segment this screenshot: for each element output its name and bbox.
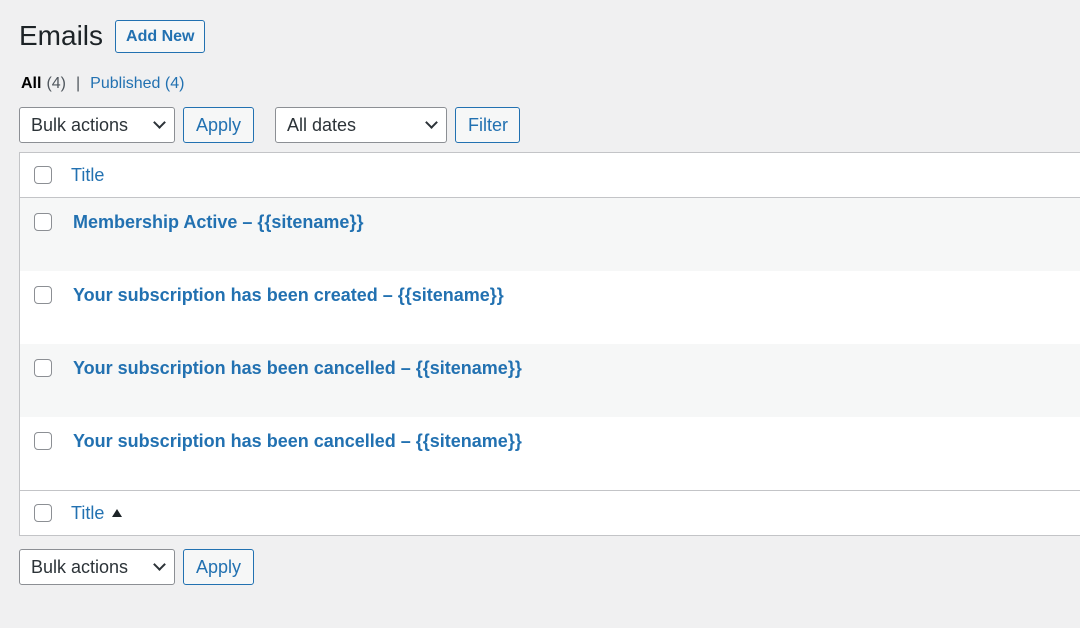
- tablenav-bottom: Bulk actions Apply: [19, 549, 254, 585]
- table-row: Your subscription has been cancelled – {…: [20, 344, 1080, 417]
- row-checkbox[interactable]: [34, 286, 52, 304]
- row-checkbox[interactable]: [34, 432, 52, 450]
- chevron-down-icon: [153, 116, 166, 129]
- apply-button-top[interactable]: Apply: [183, 107, 254, 143]
- table-header: Title: [20, 153, 1080, 198]
- select-all-checkbox-footer[interactable]: [34, 504, 52, 522]
- view-published-link[interactable]: Published (4): [90, 73, 184, 95]
- column-title-footer[interactable]: Title: [71, 502, 123, 524]
- bulk-actions-select-bottom[interactable]: Bulk actions: [19, 549, 175, 585]
- view-published-label: Published: [90, 75, 161, 92]
- table-footer: Title: [20, 490, 1080, 535]
- row-title-link[interactable]: Your subscription has been cancelled – {…: [73, 430, 522, 452]
- view-all-count: (4): [46, 75, 67, 92]
- table-row: Membership Active – {{sitename}}: [20, 198, 1080, 271]
- view-all-link[interactable]: All: [21, 73, 41, 95]
- table-row: Your subscription has been cancelled – {…: [20, 417, 1080, 490]
- tablenav-top: Bulk actions Apply All dates Filter: [19, 107, 520, 143]
- bulk-actions-select-top[interactable]: Bulk actions: [19, 107, 175, 143]
- column-title-header[interactable]: Title: [71, 165, 104, 186]
- emails-table: Title Membership Active – {{sitename}} Y…: [19, 152, 1080, 536]
- row-checkbox[interactable]: [34, 359, 52, 377]
- column-title-footer-label: Title: [71, 502, 105, 523]
- page-title: Emails: [19, 20, 104, 51]
- row-title-link[interactable]: Membership Active – {{sitename}}: [73, 211, 363, 233]
- filter-button[interactable]: Filter: [455, 107, 520, 143]
- row-checkbox[interactable]: [34, 213, 52, 231]
- bulk-actions-value: Bulk actions: [31, 114, 129, 135]
- table-row: Your subscription has been created – {{s…: [20, 271, 1080, 344]
- chevron-down-icon: [153, 558, 166, 571]
- view-separator: |: [76, 75, 81, 92]
- chevron-down-icon: [425, 116, 438, 129]
- apply-button-bottom[interactable]: Apply: [183, 549, 254, 585]
- row-title-link[interactable]: Your subscription has been created – {{s…: [73, 284, 504, 306]
- row-title-link[interactable]: Your subscription has been cancelled – {…: [73, 357, 522, 379]
- bulk-actions-value: Bulk actions: [31, 556, 129, 577]
- date-filter-select[interactable]: All dates: [275, 107, 447, 143]
- view-published-count: (4): [164, 75, 185, 92]
- sort-ascending-icon: [112, 509, 123, 517]
- page-header: Emails Add New: [19, 19, 206, 53]
- add-new-button[interactable]: Add New: [115, 19, 206, 53]
- view-filters: All (4) | Published (4): [21, 73, 184, 95]
- date-filter-value: All dates: [287, 114, 357, 135]
- select-all-checkbox[interactable]: [34, 166, 52, 184]
